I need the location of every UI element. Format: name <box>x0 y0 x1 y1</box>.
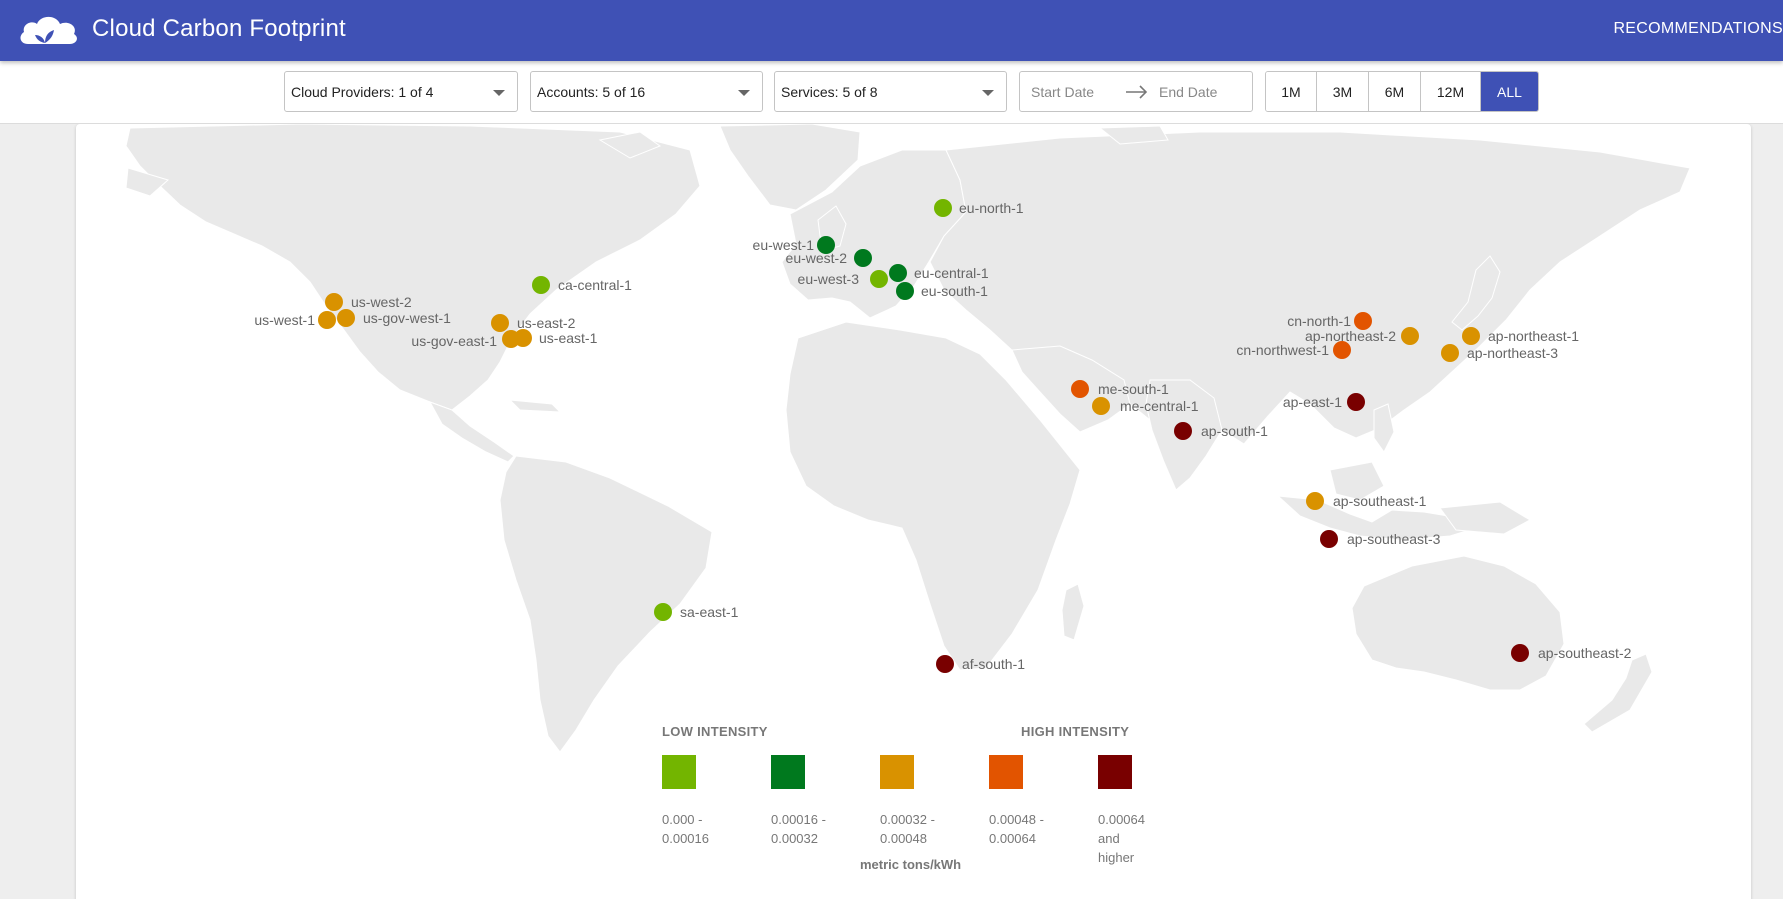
region-marker-eu-north-1[interactable]: eu-north-1 <box>934 199 1024 217</box>
region-label: us-gov-east-1 <box>411 333 497 349</box>
region-dot[interactable] <box>889 264 907 282</box>
chevron-down-icon <box>738 90 750 96</box>
region-label: eu-south-1 <box>921 283 988 299</box>
range-button-all[interactable]: ALL <box>1481 72 1538 111</box>
date-range-picker[interactable]: Start Date End Date <box>1019 71 1253 112</box>
region-dot[interactable] <box>532 276 550 294</box>
region-label: us-west-2 <box>351 294 412 310</box>
filter-bar: Cloud Providers: 1 of 4 Accounts: 5 of 1… <box>0 61 1783 124</box>
region-label: eu-central-1 <box>914 265 989 281</box>
region-dot[interactable] <box>934 199 952 217</box>
region-label: sa-east-1 <box>680 604 739 620</box>
region-marker-ap-east-1[interactable]: ap-east-1 <box>1283 393 1365 411</box>
region-dot[interactable] <box>1174 422 1192 440</box>
land-masses <box>125 123 1691 753</box>
region-marker-sa-east-1[interactable]: sa-east-1 <box>654 603 739 621</box>
region-dot[interactable] <box>514 329 532 347</box>
region-label: ap-east-1 <box>1283 394 1342 410</box>
range-button-1m[interactable]: 1M <box>1266 72 1317 111</box>
region-dot[interactable] <box>896 282 914 300</box>
region-label: us-west-1 <box>254 312 315 328</box>
chevron-down-icon <box>982 90 994 96</box>
region-dot[interactable] <box>318 311 336 329</box>
region-dot[interactable] <box>1320 530 1338 548</box>
region-label: ap-southeast-3 <box>1347 531 1441 547</box>
chevron-down-icon <box>493 90 505 96</box>
accounts-dropdown[interactable]: Accounts: 5 of 16 <box>530 71 763 112</box>
region-marker-ap-southeast-3[interactable]: ap-southeast-3 <box>1320 530 1441 548</box>
region-marker-af-south-1[interactable]: af-south-1 <box>936 655 1025 673</box>
end-date-input[interactable]: End Date <box>1159 84 1217 100</box>
region-marker-ca-central-1[interactable]: ca-central-1 <box>532 276 632 294</box>
region-label: cn-northwest-1 <box>1236 342 1329 358</box>
region-dot[interactable] <box>491 314 509 332</box>
cloud-leaf-icon[interactable] <box>18 12 80 48</box>
region-label: ap-south-1 <box>1201 423 1268 439</box>
date-range-buttons: 1M 3M 6M 12M ALL <box>1265 71 1539 112</box>
services-label: Services: 5 of 8 <box>781 84 878 100</box>
region-label: eu-west-3 <box>798 271 860 287</box>
range-button-3m[interactable]: 3M <box>1317 72 1369 111</box>
region-dot[interactable] <box>1306 492 1324 510</box>
arrow-right-icon <box>1126 85 1148 99</box>
region-dot[interactable] <box>1441 344 1459 362</box>
region-dot[interactable] <box>1511 644 1529 662</box>
region-label: ap-southeast-2 <box>1538 645 1632 661</box>
recommendations-link[interactable]: RECOMMENDATIONS <box>1613 20 1783 38</box>
region-dot[interactable] <box>1092 397 1110 415</box>
services-dropdown[interactable]: Services: 5 of 8 <box>774 71 1007 112</box>
region-label: cn-north-1 <box>1287 313 1351 329</box>
region-label: ca-central-1 <box>558 277 632 293</box>
region-label: us-gov-west-1 <box>363 310 451 326</box>
region-label: ap-southeast-1 <box>1333 493 1427 509</box>
region-marker-ap-south-1[interactable]: ap-south-1 <box>1174 422 1268 440</box>
region-marker-eu-central-1[interactable]: eu-central-1 <box>889 264 989 282</box>
region-label: ap-northeast-3 <box>1467 345 1558 361</box>
cloud-providers-dropdown[interactable]: Cloud Providers: 1 of 4 <box>284 71 518 112</box>
region-label: us-east-1 <box>539 330 598 346</box>
region-marker-eu-south-1[interactable]: eu-south-1 <box>896 282 988 300</box>
region-dot[interactable] <box>1347 393 1365 411</box>
region-dot[interactable] <box>1462 327 1480 345</box>
start-date-input[interactable]: Start Date <box>1031 84 1094 100</box>
range-button-6m[interactable]: 6M <box>1369 72 1421 111</box>
region-dot[interactable] <box>1401 327 1419 345</box>
region-marker-eu-west-2[interactable]: eu-west-2 <box>786 249 872 267</box>
region-label: eu-west-2 <box>786 250 848 266</box>
range-button-12m[interactable]: 12M <box>1421 72 1481 111</box>
region-dot[interactable] <box>1333 341 1351 359</box>
region-label: eu-north-1 <box>959 200 1024 216</box>
region-dot[interactable] <box>325 293 343 311</box>
region-dot[interactable] <box>854 249 872 267</box>
region-label: af-south-1 <box>962 656 1025 672</box>
region-label: me-central-1 <box>1120 398 1199 414</box>
region-marker-us-west-2[interactable]: us-west-2 <box>325 293 412 311</box>
app-bar: Cloud Carbon Footprint RECOMMENDATIONS <box>0 0 1783 61</box>
region-marker-eu-west-3[interactable]: eu-west-3 <box>798 270 888 288</box>
region-dot[interactable] <box>654 603 672 621</box>
region-dot[interactable] <box>337 309 355 327</box>
region-dot[interactable] <box>936 655 954 673</box>
cloud-providers-label: Cloud Providers: 1 of 4 <box>291 84 434 100</box>
app-title: Cloud Carbon Footprint <box>92 15 346 42</box>
region-label: me-south-1 <box>1098 381 1169 397</box>
region-label: us-east-2 <box>517 315 576 331</box>
region-marker-us-west-1[interactable]: us-west-1 <box>254 311 336 329</box>
region-label: ap-northeast-1 <box>1488 328 1579 344</box>
region-dot[interactable] <box>1071 380 1089 398</box>
region-marker-me-south-1[interactable]: me-south-1 <box>1071 380 1169 398</box>
region-marker-us-east-1[interactable]: us-east-1 <box>514 329 598 347</box>
region-dot[interactable] <box>870 270 888 288</box>
world-map[interactable]: eu-north-1eu-west-1eu-west-2eu-central-1… <box>0 0 1783 899</box>
accounts-label: Accounts: 5 of 16 <box>537 84 646 100</box>
